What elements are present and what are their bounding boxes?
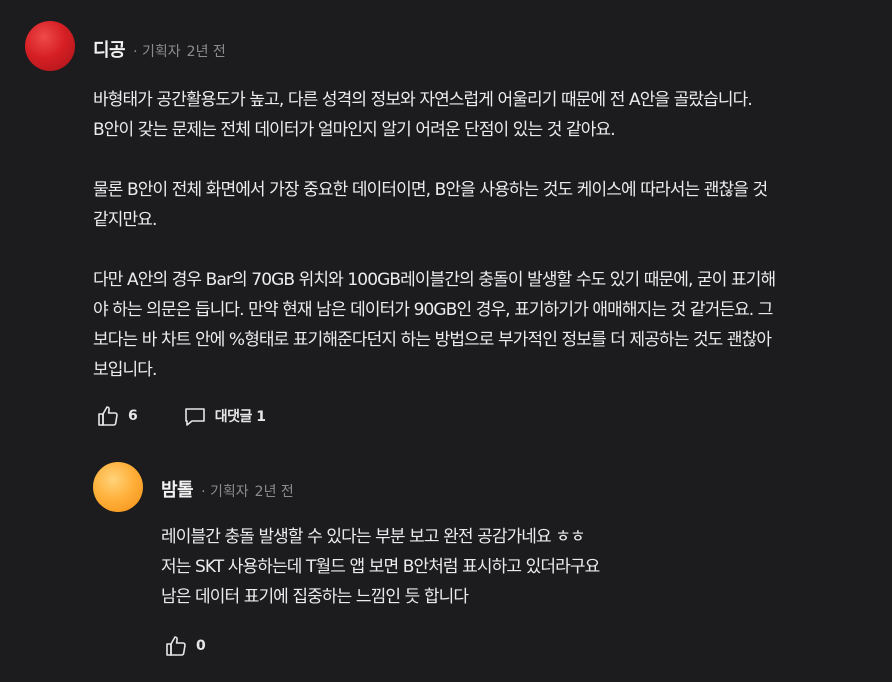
timestamp: 2년 전 <box>254 484 294 500</box>
author-role: · 기획자 <box>201 484 249 500</box>
author-name[interactable]: 디공 <box>93 36 126 62</box>
paragraph: 물론 B안이 전체 화면에서 가장 중요한 데이터이면, B안을 사용하는 것도… <box>93 175 883 235</box>
text-line: 바형태가 공간활용도가 높고, 다른 성격의 정보와 자연스럽게 어울리기 때문… <box>93 90 753 110</box>
like-button[interactable]: 6 <box>96 404 138 428</box>
text-line: 다만 A안의 경우 Bar의 70GB 위치와 100GB레이블간의 충돌이 발… <box>93 270 776 290</box>
text-line: 저는 SKT 사용하는데 T월드 앱 보면 B안처럼 표시하고 있더라구요 <box>161 557 600 577</box>
text-line: 레이블간 충돌 발생할 수 있다는 부분 보고 완전 공감가네요 ㅎㅎ <box>161 527 586 547</box>
text-line: 남은 데이터 표기에 집중하는 느낌인 듯 합니다 <box>161 587 469 607</box>
author-role: · 기획자 <box>133 44 181 60</box>
text-line: 물론 B안이 전체 화면에서 가장 중요한 데이터이면, B안을 사용하는 것도… <box>93 180 768 200</box>
reply-count-label: 대댓글 1 <box>214 409 266 425</box>
author-name[interactable]: 밤톨 <box>161 476 194 502</box>
author-meta: · 기획자 2년 전 <box>133 41 226 61</box>
paragraph: 레이블간 충돌 발생할 수 있다는 부분 보고 완전 공감가네요 ㅎㅎ 저는 S… <box>161 522 881 612</box>
comment-actions: 0 <box>164 634 206 658</box>
text-line: 야 하는 의문은 듭니다. 만약 현재 남은 데이터가 90GB인 경우, 표기… <box>93 300 773 320</box>
avatar[interactable] <box>25 21 75 71</box>
text-line: 보다는 바 차트 안에 %형태로 표기해준다던지 하는 방법으로 부가적인 정보… <box>93 330 772 350</box>
comment-header: 디공 · 기획자 2년 전 <box>93 36 226 62</box>
comment-actions: 6 대댓글 1 <box>96 404 266 428</box>
author-meta: · 기획자 2년 전 <box>201 481 294 501</box>
avatar[interactable] <box>93 462 143 512</box>
thumbs-up-icon <box>96 404 120 428</box>
thumbs-up-icon <box>164 634 188 658</box>
paragraph: 다만 A안의 경우 Bar의 70GB 위치와 100GB레이블간의 충돌이 발… <box>93 265 883 385</box>
text-line: B안이 갖는 문제는 전체 데이터가 얼마인지 알기 어려운 단점이 있는 것 … <box>93 120 616 140</box>
like-count: 6 <box>128 408 138 424</box>
comment-header: 밤톨 · 기획자 2년 전 <box>161 476 294 502</box>
like-count: 0 <box>196 638 206 654</box>
timestamp: 2년 전 <box>186 44 226 60</box>
paragraph: 바형태가 공간활용도가 높고, 다른 성격의 정보와 자연스럽게 어울리기 때문… <box>93 85 883 145</box>
text-line: 보입니다. <box>93 360 157 380</box>
comment-body: 바형태가 공간활용도가 높고, 다른 성격의 정보와 자연스럽게 어울리기 때문… <box>93 85 883 385</box>
like-button[interactable]: 0 <box>164 634 206 658</box>
comment-body: 레이블간 충돌 발생할 수 있다는 부분 보고 완전 공감가네요 ㅎㅎ 저는 S… <box>161 522 881 612</box>
chat-bubble-icon <box>183 404 207 428</box>
reply-button[interactable]: 대댓글 1 <box>183 404 266 428</box>
text-line: 같지만요. <box>93 210 157 230</box>
